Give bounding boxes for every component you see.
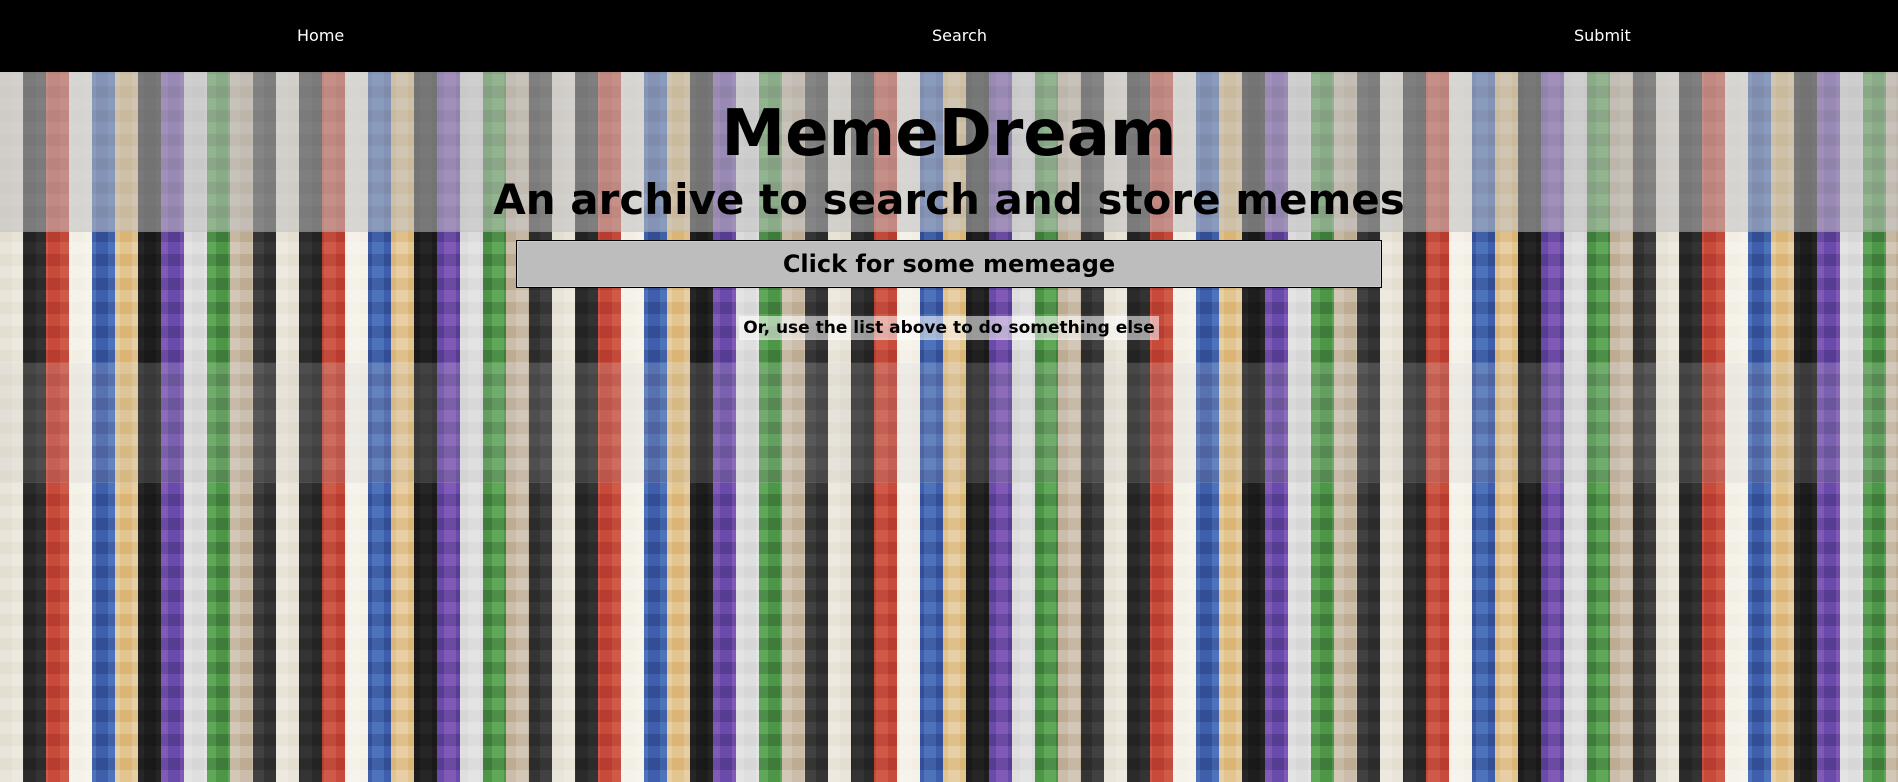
memeage-button[interactable]: Click for some memeage	[516, 240, 1382, 289]
hero-section: MemeDream An archive to search and store…	[0, 72, 1898, 341]
site-title: MemeDream	[721, 97, 1177, 171]
nav-home-link[interactable]: Home	[297, 26, 344, 45]
background-band	[0, 363, 1898, 483]
nav-search-link[interactable]: Search	[932, 26, 987, 45]
hint-text: Or, use the list above to do something e…	[739, 316, 1159, 341]
nav-submit-link[interactable]: Submit	[1574, 26, 1631, 45]
top-nav: Home Search Submit	[0, 0, 1898, 72]
cta-wrapper: Click for some memeage	[516, 240, 1382, 289]
site-subtitle: An archive to search and store memes	[493, 175, 1405, 224]
